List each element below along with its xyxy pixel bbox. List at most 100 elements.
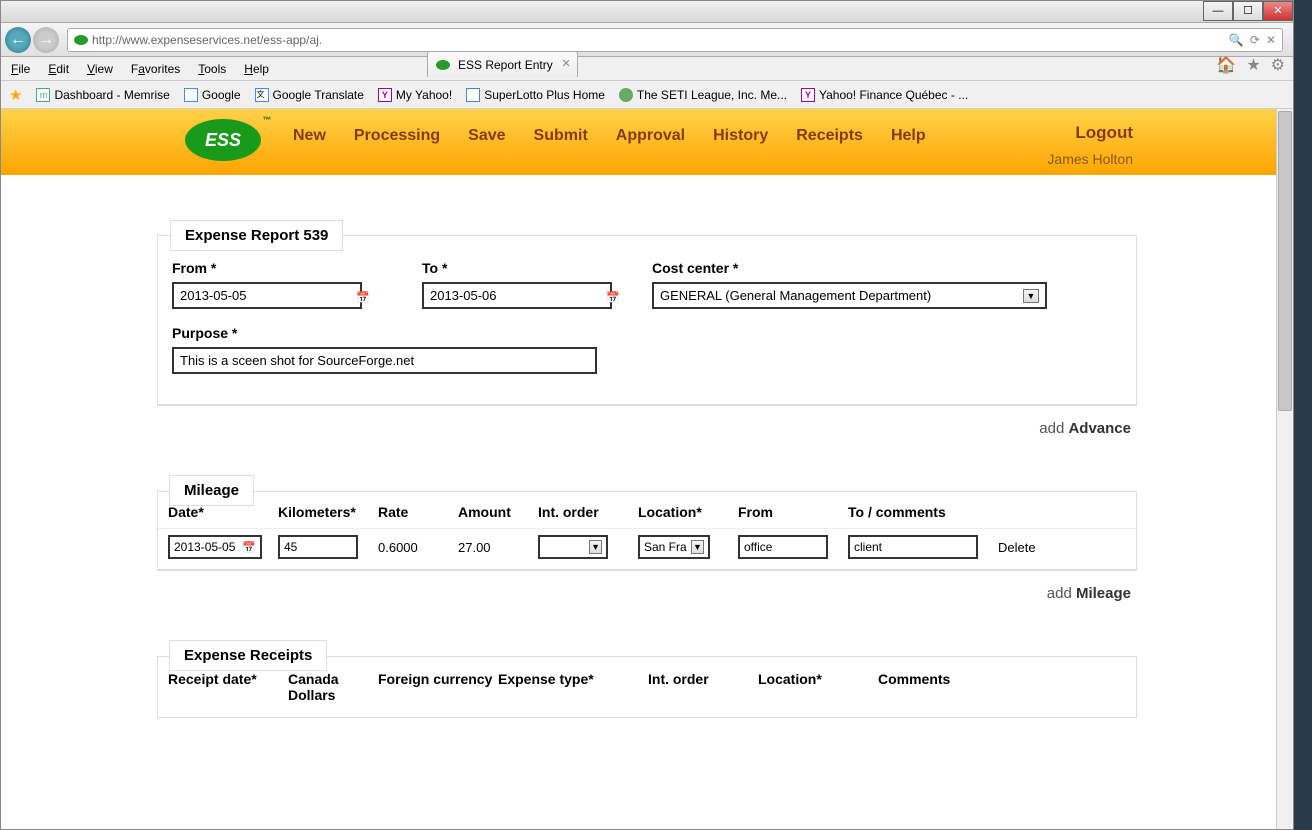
mileage-km-input[interactable] (278, 535, 358, 559)
settings-icon[interactable]: ⚙ (1271, 55, 1285, 75)
bookmark-google-translate[interactable]: Google Translate (255, 88, 364, 102)
add-favorite-icon[interactable]: ★ (9, 86, 22, 104)
home-icon[interactable]: 🏠 (1216, 55, 1236, 75)
purpose-label: Purpose * (172, 325, 597, 341)
window-maximize-button[interactable]: ☐ (1233, 1, 1263, 21)
col-int-order: Int. order (538, 504, 638, 520)
bookmark-seti[interactable]: The SETI League, Inc. Me... (619, 88, 787, 102)
menu-favorites[interactable]: Favorites (131, 62, 180, 76)
col-receipt-location: Location* (758, 671, 878, 703)
nav-history[interactable]: History (713, 127, 768, 145)
bookmark-google[interactable]: Google (184, 88, 241, 102)
menu-file[interactable]: File (11, 62, 30, 76)
expense-report-legend: Expense Report 539 (170, 220, 343, 251)
mileage-to-input[interactable] (848, 535, 978, 559)
menu-edit[interactable]: Edit (48, 62, 69, 76)
nav-processing[interactable]: Processing (354, 127, 440, 145)
address-bar[interactable]: 🔍 ⟳ ✕ (67, 28, 1283, 52)
bookmark-my-yahoo[interactable]: YMy Yahoo! (378, 88, 452, 102)
cost-center-select[interactable]: GENERAL (General Management Department) … (652, 282, 1047, 309)
calendar-icon[interactable] (242, 540, 256, 554)
receipts-section: Expense Receipts Receipt date* Canada Do… (157, 656, 1137, 718)
col-foreign: Foreign currency (378, 671, 498, 703)
window-titlebar: — ☐ ✕ (1, 1, 1293, 23)
from-date-input[interactable] (172, 282, 362, 309)
logout-link[interactable]: Logout (1075, 123, 1133, 143)
browser-navbar: ← → 🔍 ⟳ ✕ ESS Report Entry ✕ 🏠 ★ ⚙ (1, 23, 1293, 57)
bookmark-yahoo-finance[interactable]: YYahoo! Finance Québec - ... (801, 88, 968, 102)
tab-title: ESS Report Entry (458, 58, 553, 72)
purpose-input[interactable] (172, 347, 597, 374)
mileage-row: 0.6000 27.00 ▼ ▼ Delete (158, 528, 1136, 569)
vertical-scrollbar[interactable] (1276, 109, 1293, 829)
mileage-date-input[interactable] (168, 535, 262, 559)
to-label: To * (422, 260, 612, 276)
mileage-legend: Mileage (169, 475, 254, 506)
dropdown-icon[interactable]: ▼ (589, 540, 602, 554)
col-rate: Rate (378, 504, 458, 520)
bookmark-memrise[interactable]: mDashboard - Memrise (36, 88, 169, 102)
add-mileage-link[interactable]: add Mileage (157, 570, 1137, 616)
add-advance-link[interactable]: add Advance (157, 405, 1137, 451)
browser-tab[interactable]: ESS Report Entry ✕ (427, 51, 578, 77)
nav-help[interactable]: Help (891, 127, 926, 145)
tab-favicon-icon (436, 60, 450, 70)
nav-back-button[interactable]: ← (5, 27, 31, 53)
mileage-amount-value: 27.00 (458, 540, 538, 555)
mileage-location-select[interactable]: ▼ (638, 535, 710, 559)
mileage-rate-value: 0.6000 (378, 540, 458, 555)
col-location: Location* (638, 504, 738, 520)
bookmark-superlotto[interactable]: SuperLotto Plus Home (466, 88, 605, 102)
col-receipt-date: Receipt date* (168, 671, 288, 703)
browser-window: — ☐ ✕ ← → 🔍 ⟳ ✕ ESS Report Entry ✕ 🏠 ★ (0, 0, 1294, 830)
mileage-from-input[interactable] (738, 535, 828, 559)
calendar-icon[interactable] (356, 289, 370, 303)
nav-approval[interactable]: Approval (616, 127, 685, 145)
app-header: ESS New Processing Save Submit Approval … (1, 109, 1293, 175)
bookmarks-bar: ★ mDashboard - Memrise Google Google Tra… (1, 81, 1293, 109)
mileage-intorder-select[interactable]: ▼ (538, 535, 608, 559)
browser-menubar: File Edit View Favorites Tools Help (1, 57, 1293, 81)
stop-icon[interactable]: ✕ (1266, 33, 1276, 47)
username-label: James Holton (1047, 151, 1133, 167)
nav-save[interactable]: Save (468, 127, 505, 145)
page-content: ESS New Processing Save Submit Approval … (1, 109, 1293, 829)
receipts-legend: Expense Receipts (169, 640, 327, 671)
col-receipt-intorder: Int. order (648, 671, 758, 703)
main-nav: New Processing Save Submit Approval Hist… (293, 127, 926, 145)
col-amount: Amount (458, 504, 538, 520)
nav-new[interactable]: New (293, 127, 326, 145)
to-date-input[interactable] (422, 282, 612, 309)
from-label: From * (172, 260, 362, 276)
window-close-button[interactable]: ✕ (1263, 1, 1293, 21)
calendar-icon[interactable] (606, 289, 620, 303)
nav-forward-button[interactable]: → (33, 27, 59, 53)
refresh-icon[interactable]: ⟳ (1250, 33, 1260, 47)
dropdown-icon[interactable]: ▼ (691, 540, 704, 554)
menu-help[interactable]: Help (244, 62, 269, 76)
tab-close-icon[interactable]: ✕ (562, 57, 571, 70)
col-expense-type: Expense type* (498, 671, 648, 703)
nav-receipts[interactable]: Receipts (796, 127, 863, 145)
dropdown-icon[interactable]: ▼ (1023, 289, 1039, 303)
col-date: Date* (168, 504, 278, 520)
ess-logo[interactable]: ESS (185, 119, 261, 161)
menu-view[interactable]: View (87, 62, 113, 76)
url-input[interactable] (92, 33, 1229, 47)
col-km: Kilometers* (278, 504, 378, 520)
scroll-thumb[interactable] (1278, 111, 1292, 411)
col-to: To / comments (848, 504, 998, 520)
mileage-delete-link[interactable]: Delete (998, 540, 1058, 555)
expense-report-section: Expense Report 539 From * To * (157, 235, 1137, 405)
mileage-section: Mileage Date* Kilometers* Rate Amount In… (157, 491, 1137, 570)
menu-tools[interactable]: Tools (198, 62, 226, 76)
favorites-icon[interactable]: ★ (1246, 55, 1260, 75)
window-minimize-button[interactable]: — (1203, 1, 1233, 21)
col-comments: Comments (878, 671, 998, 703)
col-cad: Canada Dollars (288, 671, 378, 703)
search-icon[interactable]: 🔍 (1229, 33, 1244, 47)
col-from: From (738, 504, 848, 520)
cost-center-label: Cost center * (652, 260, 1047, 276)
nav-submit[interactable]: Submit (534, 127, 588, 145)
favicon-icon (74, 35, 88, 45)
